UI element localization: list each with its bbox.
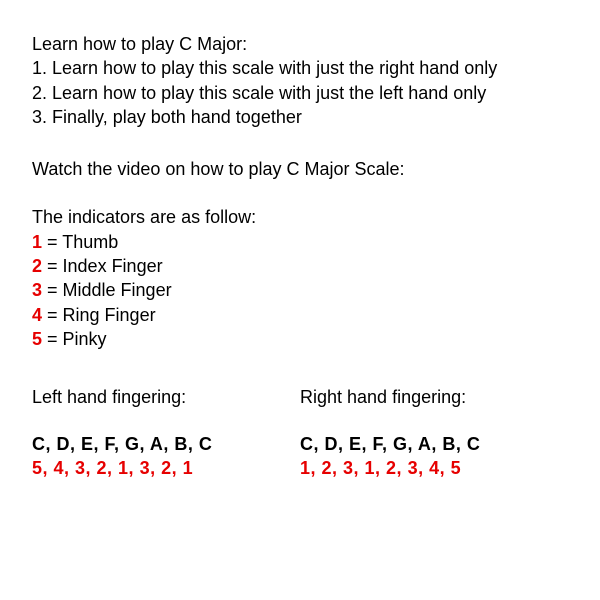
right-hand-fingering: 1, 2, 3, 1, 2, 3, 4, 5 bbox=[300, 456, 568, 480]
right-hand-notes: C, D, E, F, G, A, B, C bbox=[300, 432, 568, 456]
left-hand-column: Left hand fingering: C, D, E, F, G, A, B… bbox=[32, 385, 300, 480]
intro-heading: Learn how to play C Major: bbox=[32, 32, 568, 56]
indicator-num: 4 bbox=[32, 305, 42, 325]
right-hand-title: Right hand fingering: bbox=[300, 385, 568, 409]
steps-list: 1. Learn how to play this scale with jus… bbox=[32, 56, 568, 129]
indicator-4: 4 = Ring Finger bbox=[32, 303, 568, 327]
indicator-label: = Middle Finger bbox=[42, 280, 172, 300]
left-hand-notes: C, D, E, F, G, A, B, C bbox=[32, 432, 300, 456]
indicator-num: 5 bbox=[32, 329, 42, 349]
indicator-3: 3 = Middle Finger bbox=[32, 278, 568, 302]
left-hand-title: Left hand fingering: bbox=[32, 385, 300, 409]
indicator-2: 2 = Index Finger bbox=[32, 254, 568, 278]
indicator-label: = Ring Finger bbox=[42, 305, 156, 325]
indicators-list: 1 = Thumb 2 = Index Finger 3 = Middle Fi… bbox=[32, 230, 568, 351]
step-2: 2. Learn how to play this scale with jus… bbox=[32, 81, 568, 105]
indicator-label: = Pinky bbox=[42, 329, 107, 349]
indicator-num: 1 bbox=[32, 232, 42, 252]
indicator-num: 2 bbox=[32, 256, 42, 276]
indicators-heading: The indicators are as follow: bbox=[32, 205, 568, 229]
indicator-1: 1 = Thumb bbox=[32, 230, 568, 254]
indicator-label: = Thumb bbox=[42, 232, 118, 252]
indicator-5: 5 = Pinky bbox=[32, 327, 568, 351]
indicator-num: 3 bbox=[32, 280, 42, 300]
step-3: 3. Finally, play both hand together bbox=[32, 105, 568, 129]
left-hand-fingering: 5, 4, 3, 2, 1, 3, 2, 1 bbox=[32, 456, 300, 480]
indicator-label: = Index Finger bbox=[42, 256, 163, 276]
right-hand-column: Right hand fingering: C, D, E, F, G, A, … bbox=[300, 385, 568, 480]
step-1: 1. Learn how to play this scale with jus… bbox=[32, 56, 568, 80]
fingering-columns: Left hand fingering: C, D, E, F, G, A, B… bbox=[32, 385, 568, 480]
video-instruction: Watch the video on how to play C Major S… bbox=[32, 157, 568, 181]
